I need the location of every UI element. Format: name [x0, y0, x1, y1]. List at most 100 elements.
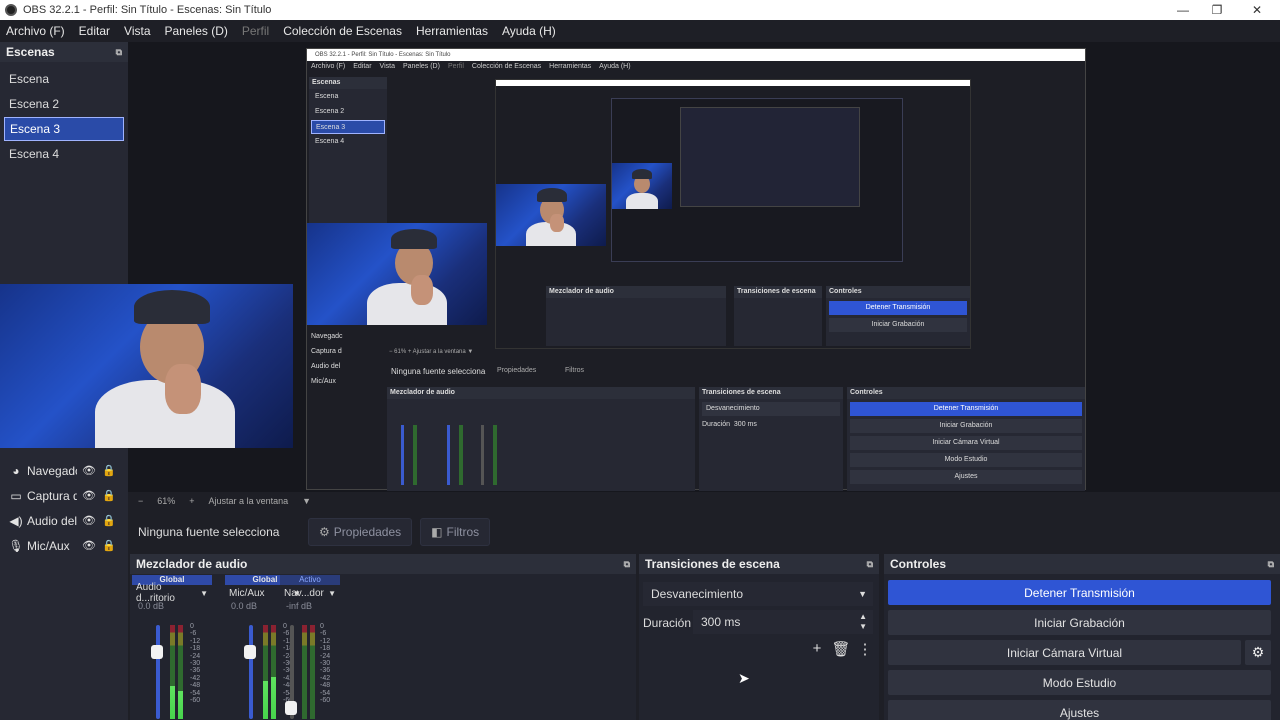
gear-icon: ⚙ — [319, 525, 330, 539]
float-dock-icon[interactable]: ⧉ — [1268, 559, 1274, 570]
nested-scene-item: Escena 2 — [315, 108, 345, 115]
nested-sources-list: Navegadc Captura d Audio del Mic/Aux — [311, 329, 385, 389]
webcam-thumbnail — [612, 163, 672, 209]
transition-selected: Desvanecimiento — [651, 587, 744, 601]
nested-level-4 — [680, 107, 860, 207]
minimize-button[interactable]: — — [1164, 0, 1202, 20]
title-bar: OBS 32.2.1 - Perfil: Sin Título - Escena… — [0, 0, 1280, 20]
maximize-button[interactable]: ❐ — [1198, 0, 1236, 20]
scene-item[interactable]: Escena — [4, 67, 124, 91]
duration-spinner[interactable]: ▲ ▼ — [859, 612, 867, 632]
scenes-dock-header: Escenas ⧉ — [0, 42, 128, 62]
channel-name-dropdown[interactable]: Audio d...ritorio ▼ — [132, 582, 212, 604]
source-item-audio[interactable]: ◀) Audio del 👁 🔒 — [0, 508, 128, 533]
nested-control-button: Iniciar Grabación — [850, 419, 1082, 433]
volume-fader-knob[interactable] — [285, 701, 297, 715]
nested2-transitions: Transiciones de escena — [734, 286, 822, 346]
nested-menu-item: Ayuda (H) — [599, 63, 631, 70]
duration-input[interactable]: 300 ms ▲ ▼ — [693, 610, 873, 634]
transitions-title: Transiciones de escena — [645, 557, 780, 571]
channel-name-dropdown[interactable]: Nav...dor ▼ — [280, 585, 340, 601]
nested-mixer-title: Mezclador de audio — [387, 387, 695, 399]
trash-icon[interactable]: 🗑 — [829, 640, 853, 658]
studio-mode-button[interactable]: Modo Estudio — [888, 670, 1271, 695]
nested-source-item: Captura d — [311, 348, 342, 355]
source-item-navegador[interactable]: ◕ Navegadc 👁 🔒 — [0, 458, 128, 483]
scene-item-selected[interactable]: Escena 3 — [4, 117, 124, 141]
nested-trans-title: Transiciones de escena — [699, 387, 843, 399]
menu-ayuda[interactable]: Ayuda (H) — [502, 24, 556, 38]
float-dock-icon[interactable]: ⧉ — [116, 47, 122, 58]
level-meter — [263, 625, 268, 719]
duration-label: Duración — [643, 616, 692, 630]
menu-herramientas[interactable]: Herramientas — [416, 24, 488, 38]
fit-to-window[interactable]: Ajustar a la ventana — [209, 496, 289, 506]
chevron-down-icon: ▼ — [858, 589, 867, 599]
eye-icon[interactable]: 👁 — [81, 464, 97, 477]
nested-menu-item: Paneles (D) — [402, 63, 440, 70]
float-dock-icon[interactable]: ⧉ — [867, 559, 873, 570]
source-item-mic[interactable]: 🎙 Mic/Aux 👁 🔒 — [0, 533, 128, 558]
nested-source-item: Audio del — [311, 363, 341, 370]
volume-fader-track[interactable] — [156, 625, 160, 719]
start-virtual-camera-button[interactable]: Iniciar Cámara Virtual — [888, 640, 1241, 665]
channel-name: Mic/Aux — [229, 587, 265, 599]
webcam-source-overlay[interactable] — [0, 284, 293, 448]
zoom-out-button[interactable]: − — [138, 496, 143, 506]
scene-item[interactable]: Escena 2 — [4, 92, 124, 116]
nested2-controls: Controles Detener Transmisión Iniciar Gr… — [826, 286, 970, 346]
volume-fader-knob[interactable] — [244, 645, 256, 659]
nested-level-3 — [611, 98, 903, 262]
nested-duration-value: 300 ms — [733, 421, 757, 428]
nested-source-item: Mic/Aux — [311, 378, 336, 385]
lock-icon[interactable]: 🔒 — [101, 489, 117, 502]
zoom-dropdown-icon[interactable]: ▼ — [302, 496, 311, 506]
zoom-bar: − 61% + Ajustar a la ventana ▼ — [128, 492, 1280, 510]
nested-obs-preview: OBS 32.2.1 - Perfil: Sin Título - Escena… — [306, 48, 1086, 491]
eye-icon[interactable]: 👁 — [81, 514, 97, 527]
stop-streaming-button[interactable]: Detener Transmisión — [888, 580, 1271, 605]
lock-icon[interactable]: 🔒 — [101, 539, 117, 552]
eye-icon[interactable]: 👁 — [81, 489, 97, 502]
menu-archivo[interactable]: Archivo (F) — [6, 24, 65, 38]
volume-fader-track[interactable] — [249, 625, 253, 719]
level-meter — [302, 625, 307, 719]
eye-icon[interactable]: 👁 — [81, 539, 97, 552]
menu-vista[interactable]: Vista — [124, 24, 150, 38]
menu-paneles[interactable]: Paneles (D) — [165, 24, 228, 38]
source-item-captura[interactable]: ▭ Captura d 👁 🔒 — [0, 483, 128, 508]
nested-control-button: Iniciar Cámara Virtual — [850, 436, 1082, 450]
properties-label: Propiedades — [333, 525, 402, 539]
properties-button[interactable]: ⚙ Propiedades — [308, 518, 413, 546]
more-icon[interactable]: ⋮ — [853, 640, 877, 658]
nested-control-button: Modo Estudio — [850, 453, 1082, 467]
nested-webcam-source — [307, 223, 487, 325]
menu-coleccion[interactable]: Colección de Escenas — [283, 24, 402, 38]
audio-mixer-dock: Mezclador de audio ⧉ Global Audio d...ri… — [130, 554, 636, 720]
float-dock-icon[interactable]: ⧉ — [624, 559, 630, 570]
filters-button[interactable]: ◧ Filtros — [420, 518, 491, 546]
nested-menu-item: Archivo (F) — [311, 63, 346, 70]
mixer-header: Mezclador de audio ⧉ — [130, 554, 636, 574]
mixer-channel: Global Audio d...ritorio ▼ 0.0 dB 0 -6 -12… — [132, 575, 212, 720]
lock-icon[interactable]: 🔒 — [101, 514, 117, 527]
transition-select[interactable]: Desvanecimiento ▼ — [643, 582, 873, 606]
chevron-down-icon: ▼ — [328, 588, 336, 598]
virtual-camera-settings-gear-icon[interactable]: ⚙ — [1245, 640, 1271, 665]
close-button[interactable]: ✕ — [1238, 0, 1276, 20]
zoom-in-button[interactable]: + — [189, 496, 194, 506]
volume-fader-knob[interactable] — [151, 645, 163, 659]
level-meter — [170, 625, 175, 719]
scene-item[interactable]: Escena 4 — [4, 142, 124, 166]
lock-icon[interactable]: 🔒 — [101, 464, 117, 477]
nested-control-button: Ajustes — [850, 470, 1082, 484]
nested-zoom-bar: − 61% + Ajustar a la ventana ▼ — [389, 349, 474, 355]
mouse-cursor-icon: ➤ — [738, 670, 750, 686]
menu-perfil[interactable]: Perfil — [242, 24, 269, 38]
add-icon[interactable]: + — [805, 640, 829, 658]
filters-label: Filtros — [446, 525, 480, 539]
settings-button[interactable]: Ajustes — [888, 700, 1271, 720]
nested-scene-item: Escena — [315, 93, 339, 100]
menu-editar[interactable]: Editar — [79, 24, 110, 38]
start-recording-button[interactable]: Iniciar Grabación — [888, 610, 1271, 635]
